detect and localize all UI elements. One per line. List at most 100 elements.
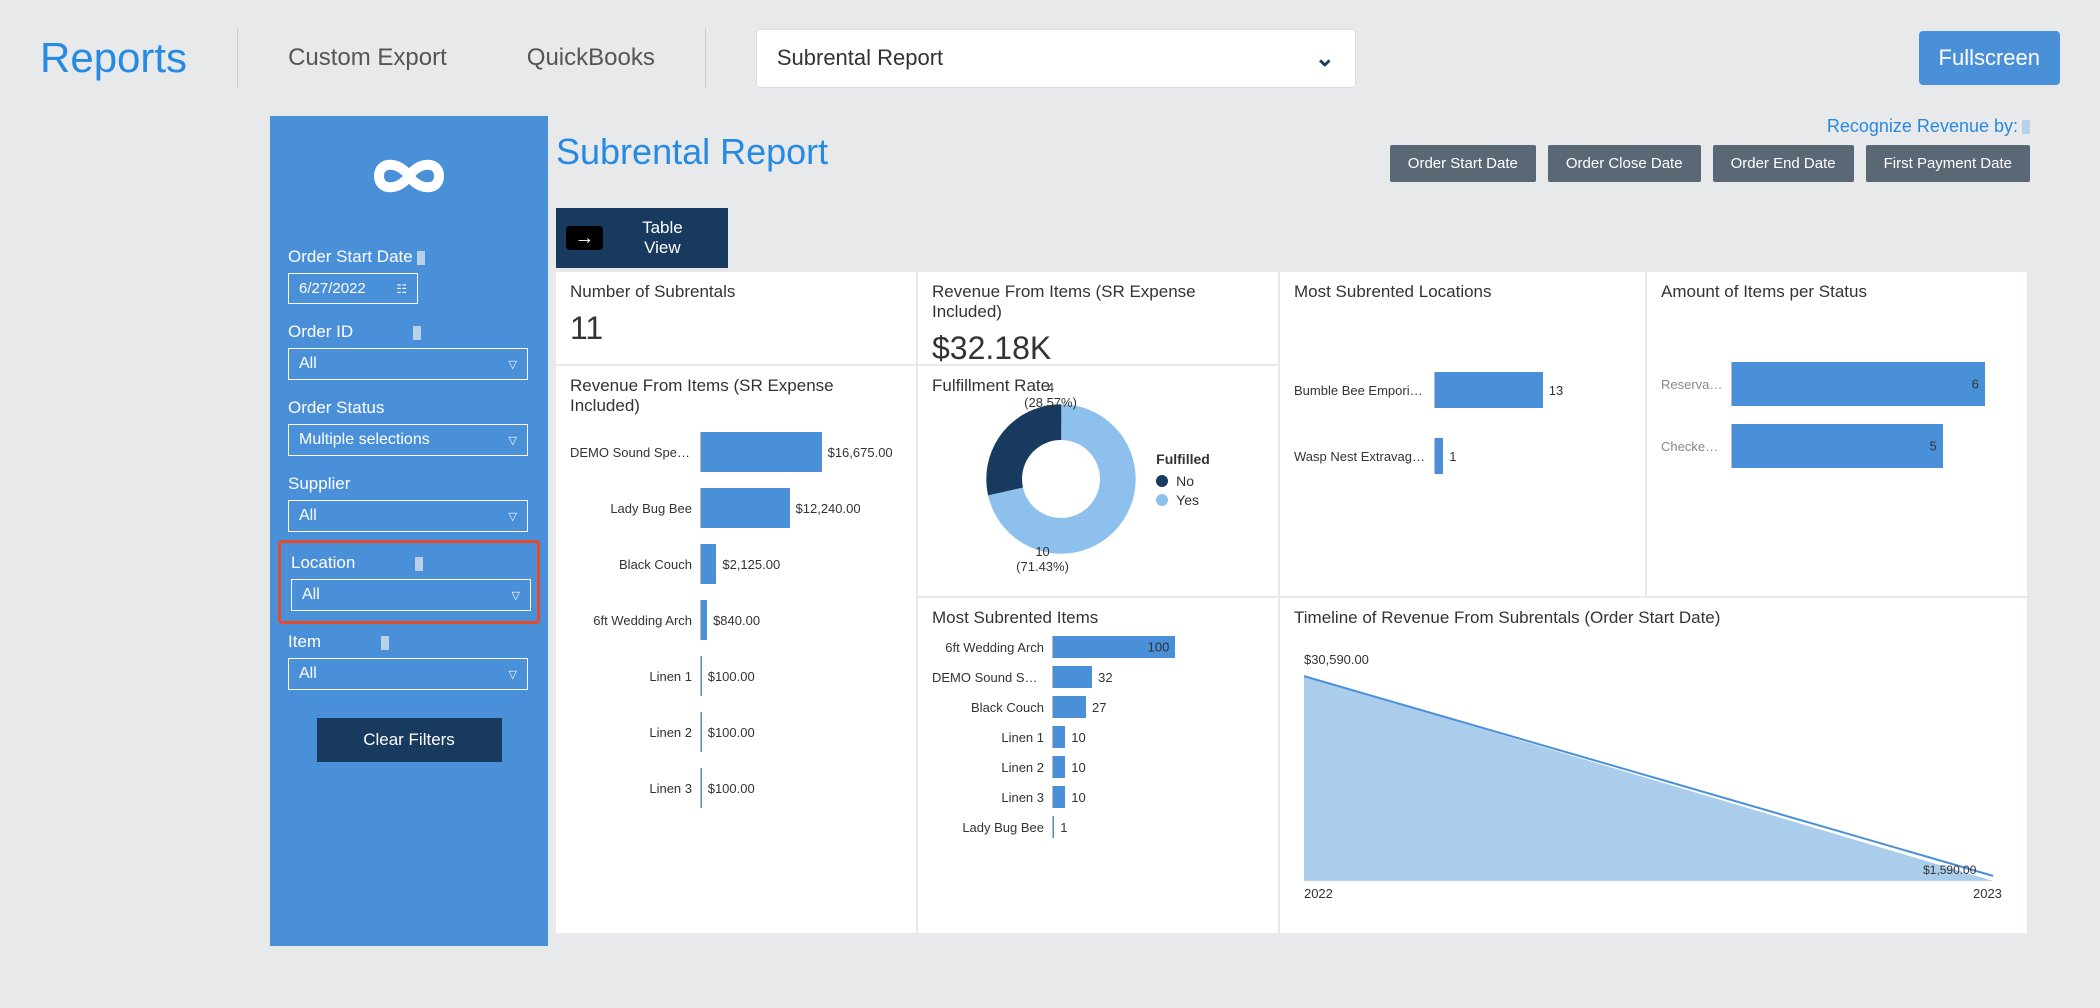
bar-fill [1053, 786, 1065, 808]
bar-fill: 5 [1732, 424, 1943, 468]
bar-fill [701, 600, 707, 640]
bar-fill [1053, 696, 1086, 718]
bar-row: Linen 3 10 [932, 786, 1264, 808]
donut-label-no: 4(28.57%) [1024, 380, 1077, 410]
table-view-button[interactable]: → Table View [556, 208, 728, 268]
bar-track: 1 [1052, 816, 1264, 838]
bar-label: Linen 1 [570, 669, 700, 684]
bar-row: 6ft Wedding Arch100 [932, 636, 1264, 658]
bar-row: Linen 3$100.00 [570, 768, 902, 808]
bar-label: Linen 3 [932, 790, 1052, 805]
recognize-label: Recognize Revenue by: [1827, 116, 2030, 137]
bar-track: 5 [1731, 424, 2013, 468]
bar-value: 6 [1972, 377, 1979, 392]
filter-order-id: Order ID All ▽ [288, 322, 530, 380]
bar-value: $840.00 [713, 613, 760, 628]
bar-value: $100.00 [708, 725, 755, 740]
bar-track: 100 [1052, 636, 1264, 658]
tile-fulfillment-chart: Fulfillment Rate 4(28.57%) [918, 366, 1278, 596]
dropdown-value: Subrental Report [777, 45, 943, 71]
bar-track: $100.00 [700, 768, 902, 808]
filter-order-start-date: Order Start Date 6/27/2022 ☷ [288, 247, 530, 304]
tile-value: 11 [570, 310, 902, 347]
revenue-recognize: Recognize Revenue by: Order Start Date O… [1390, 116, 2100, 182]
order-start-date-input[interactable]: 6/27/2022 ☷ [288, 273, 418, 304]
bar-fill [701, 712, 702, 752]
rev-btn-order-end-date[interactable]: Order End Date [1713, 145, 1854, 182]
item-label: Item [288, 632, 530, 652]
filter-item: Item All ▽ [288, 632, 530, 690]
bar-fill [701, 656, 702, 696]
tile-title: Number of Subrentals [570, 282, 902, 302]
bar-track: $16,675.00 [700, 432, 902, 472]
rev-btn-first-payment-date[interactable]: First Payment Date [1866, 145, 2030, 182]
bar-track: $2,125.00 [700, 544, 902, 584]
bar-row: Bumble Bee Emporium 13 [1294, 372, 1631, 408]
bar-label: DEMO Sound Speaker [570, 445, 700, 460]
tab-quickbooks[interactable]: QuickBooks [497, 44, 685, 72]
bar-track: $12,240.00 [700, 488, 902, 528]
report-title: Subrental Report [556, 116, 828, 188]
main-content: Subrental Report Recognize Revenue by: O… [556, 116, 2100, 946]
donut-chart [986, 404, 1136, 554]
bar-value: 27 [1092, 700, 1106, 715]
bar-row: Linen 2$100.00 [570, 712, 902, 752]
order-status-label: Order Status [288, 398, 530, 418]
bar-value: 32 [1098, 670, 1112, 685]
bar-label: Checked In [1661, 439, 1731, 454]
location-select[interactable]: All ▽ [291, 579, 531, 611]
bar-row: Linen 110 [932, 726, 1264, 748]
bar-fill [1435, 372, 1543, 408]
order-status-select[interactable]: Multiple selections ▽ [288, 424, 528, 456]
bar-track: 10 [1052, 726, 1264, 748]
bar-fill [1435, 438, 1443, 474]
tile-timeline-chart: Timeline of Revenue From Subrentals (Ord… [1280, 598, 2027, 933]
bar-label: Lady Bug Bee [570, 501, 700, 516]
filter-sidebar: Order Start Date 6/27/2022 ☷ Order ID Al… [270, 116, 548, 946]
bar-fill [1053, 726, 1065, 748]
calendar-icon: ☷ [396, 282, 407, 296]
bar-row: DEMO Sound Speaker$16,675.00 [570, 432, 902, 472]
fullscreen-button[interactable]: Fullscreen [1919, 31, 2060, 85]
item-select[interactable]: All ▽ [288, 658, 528, 690]
tab-custom-export[interactable]: Custom Export [258, 44, 477, 72]
bar-track: 10 [1052, 756, 1264, 778]
workspace: Order Start Date 6/27/2022 ☷ Order ID Al… [0, 116, 2100, 946]
bar-value: $100.00 [708, 669, 755, 684]
donut-label-yes: 10(71.43%) [1016, 544, 1069, 574]
clear-filters-button[interactable]: Clear Filters [317, 718, 502, 762]
bar-label: Black Couch [932, 700, 1052, 715]
bar-track: 6 [1731, 362, 2013, 406]
bar-track: 13 [1434, 372, 1631, 408]
svg-text:$1,590.00: $1,590.00 [1923, 863, 1977, 877]
tile-title: Revenue From Items (SR Expense Included) [570, 376, 902, 416]
bar-value: $12,240.00 [796, 501, 861, 516]
order-id-select[interactable]: All ▽ [288, 348, 528, 380]
bar-label: Reservation [1661, 377, 1731, 392]
donut-legend: Fulfilled No Yes [1156, 451, 1210, 511]
location-filter-highlight: Location All ▽ [278, 540, 540, 624]
supplier-select[interactable]: All ▽ [288, 500, 528, 532]
area-chart: $30,590.00 $1,590.00 2022 2023 [1294, 636, 2013, 916]
bar-value: 1 [1060, 820, 1067, 835]
bar-value: 13 [1549, 383, 1563, 398]
bar-fill [1053, 816, 1054, 838]
chevron-down-icon: ▽ [509, 434, 517, 447]
rev-btn-order-start-date[interactable]: Order Start Date [1390, 145, 1536, 182]
order-id-label: Order ID [288, 322, 530, 342]
report-selector-dropdown[interactable]: Subrental Report ⌄ [756, 29, 1356, 88]
chevron-down-icon: ▽ [509, 668, 517, 681]
bar-value: 5 [1930, 439, 1937, 454]
chevron-down-icon: ▽ [509, 358, 517, 371]
bar-value: 10 [1071, 790, 1085, 805]
tile-grid: Number of Subrentals 11 Revenue From Ite… [556, 272, 2030, 933]
chevron-down-icon: ⌄ [1315, 44, 1335, 73]
rev-btn-order-close-date[interactable]: Order Close Date [1548, 145, 1701, 182]
bar-row: Wasp Nest Extravaga...1 [1294, 438, 1631, 474]
bar-label: Bumble Bee Emporium [1294, 383, 1434, 398]
bar-label: Lady Bug Bee [932, 820, 1052, 835]
main-header: Subrental Report Recognize Revenue by: O… [556, 116, 2100, 188]
svg-text:$30,590.00: $30,590.00 [1304, 652, 1369, 667]
divider [237, 28, 238, 88]
tile-most-subrented-locations: Most Subrented Locations Bumble Bee Empo… [1280, 272, 1645, 596]
